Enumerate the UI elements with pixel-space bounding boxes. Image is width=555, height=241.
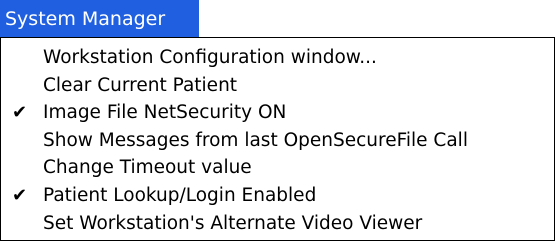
menu-item-label: Change Timeout value [43,157,252,179]
menu-bar: System Manager [0,0,555,40]
menu-item-label: Show Messages from last OpenSecureFile C… [43,129,468,151]
dropdown-menu: Workstation Configuration window... Clea… [0,37,555,241]
menu-item-label: Image File NetSecurity ON [43,102,287,124]
menu-item-label: Set Workstation's Alternate Video Viewer [43,212,423,234]
menu-item-label: Patient Lookup/Login Enabled [43,184,317,206]
check-icon: ✔ [12,184,28,206]
menu-system-manager[interactable]: System Manager [0,0,199,38]
menu-item-label: Workstation Configuration window... [43,47,377,68]
check-icon: ✔ [12,102,28,124]
menu-item-label: Clear Current Patient [43,74,238,96]
